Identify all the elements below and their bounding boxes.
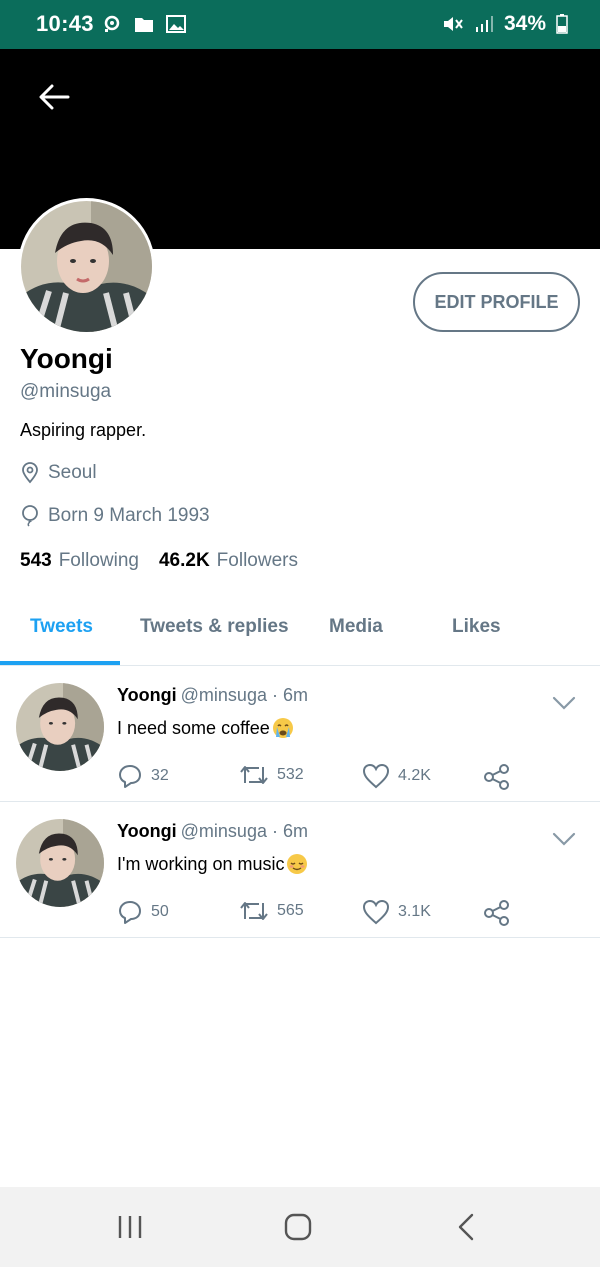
profile-bio: Aspiring rapper. bbox=[20, 420, 147, 440]
chevron-down-icon bbox=[552, 832, 576, 846]
tweet-actions: 50 565 3.1K bbox=[117, 899, 537, 929]
recents-button[interactable] bbox=[100, 1207, 160, 1247]
retweet-count: 532 bbox=[277, 766, 304, 783]
system-back-button[interactable] bbox=[436, 1207, 496, 1247]
tweet-body: I need some coffee bbox=[117, 717, 270, 738]
image-icon bbox=[166, 15, 186, 33]
follow-stats: 543 Following 46.2K Followers bbox=[20, 550, 298, 572]
tweet-author-name: Yoongi bbox=[117, 685, 177, 705]
battery-percent: 34% bbox=[503, 12, 546, 35]
tab-media[interactable]: Media bbox=[329, 616, 383, 638]
avatar-image bbox=[16, 819, 104, 907]
chevron-down-icon bbox=[552, 696, 576, 710]
back-icon bbox=[458, 1213, 474, 1241]
avatar-image bbox=[16, 683, 104, 771]
home-icon bbox=[284, 1213, 312, 1241]
reply-count: 50 bbox=[151, 903, 169, 920]
like-count: 4.2K bbox=[398, 767, 431, 784]
tweet-header: Yoongi @minsuga · 6m bbox=[117, 685, 308, 706]
like-button[interactable]: 4.2K bbox=[362, 763, 431, 789]
share-icon bbox=[484, 764, 509, 790]
tweet-menu-button[interactable] bbox=[548, 827, 580, 851]
status-icons-left bbox=[102, 14, 186, 34]
retweet-icon bbox=[240, 766, 268, 784]
profile-avatar[interactable] bbox=[18, 198, 155, 335]
profile-name: Yoongi bbox=[20, 343, 113, 374]
recents-icon bbox=[118, 1216, 142, 1238]
following-count: 543 bbox=[20, 550, 52, 571]
birthday-text: Born 9 March 1993 bbox=[48, 505, 210, 526]
active-tab-indicator bbox=[0, 661, 120, 665]
reply-icon bbox=[119, 901, 141, 924]
tweet-body: I'm working on music bbox=[117, 853, 285, 874]
edit-profile-button[interactable]: EDIT PROFILE bbox=[413, 272, 580, 332]
share-icon bbox=[484, 900, 509, 926]
status-icons-right: 34% bbox=[442, 12, 568, 36]
folder-icon bbox=[135, 18, 153, 32]
retweet-count: 565 bbox=[277, 902, 304, 919]
tweet-header: Yoongi @minsuga · 6m bbox=[117, 821, 308, 842]
following-link[interactable]: 543 Following bbox=[20, 550, 139, 572]
profile-handle: @minsuga bbox=[20, 381, 112, 402]
status-bar: 10:43 34% bbox=[0, 0, 600, 49]
reply-button[interactable]: 32 bbox=[117, 763, 169, 789]
balloon-icon bbox=[22, 505, 38, 527]
home-button[interactable] bbox=[268, 1207, 328, 1247]
tweet-handle-time: @minsuga · 6m bbox=[180, 821, 308, 841]
like-button[interactable]: 3.1K bbox=[362, 899, 431, 925]
battery-icon bbox=[556, 14, 568, 34]
tweet-avatar[interactable] bbox=[16, 819, 104, 907]
tab-tweets[interactable]: Tweets bbox=[30, 616, 93, 638]
tab-likes[interactable]: Likes bbox=[452, 616, 501, 638]
retweet-icon bbox=[240, 902, 268, 920]
like-count: 3.1K bbox=[398, 903, 431, 920]
retweet-button[interactable]: 565 bbox=[239, 899, 304, 923]
share-button[interactable] bbox=[483, 899, 511, 927]
reply-button[interactable]: 50 bbox=[117, 899, 169, 925]
reply-count: 32 bbox=[151, 767, 169, 784]
mute-icon bbox=[443, 17, 463, 31]
heart-icon bbox=[362, 899, 390, 925]
tweet[interactable]: Yoongi @minsuga · 6m I need some coffee 3… bbox=[0, 667, 600, 802]
profile-birthday: Born 9 March 1993 bbox=[20, 505, 210, 527]
tweet[interactable]: Yoongi @minsuga · 6m I'm working on music… bbox=[0, 803, 600, 938]
tweet-menu-button[interactable] bbox=[548, 691, 580, 715]
arrow-left-icon bbox=[39, 84, 70, 110]
tab-tweets-replies[interactable]: Tweets & replies bbox=[140, 616, 289, 638]
reply-icon bbox=[119, 765, 141, 788]
crying-face-emoji-icon bbox=[272, 718, 293, 738]
profile-tabs: Tweets Tweets & replies Media Likes bbox=[0, 600, 600, 666]
status-time: 10:43 bbox=[36, 11, 94, 36]
followers-label: Followers bbox=[216, 550, 298, 571]
share-button[interactable] bbox=[483, 763, 511, 791]
tweet-handle-time: @minsuga · 6m bbox=[180, 685, 308, 705]
signal-icon bbox=[475, 16, 493, 32]
tweet-text: I need some coffee bbox=[117, 717, 294, 739]
heart-icon bbox=[362, 763, 390, 789]
avatar-image bbox=[21, 201, 152, 332]
back-button[interactable] bbox=[30, 77, 78, 117]
followers-link[interactable]: 46.2K Followers bbox=[159, 550, 298, 572]
tweet-avatar[interactable] bbox=[16, 683, 104, 771]
system-nav-bar bbox=[0, 1187, 600, 1267]
following-label: Following bbox=[58, 550, 139, 571]
notification-icon bbox=[104, 15, 120, 32]
profile-location: Seoul bbox=[20, 462, 97, 484]
location-text: Seoul bbox=[48, 462, 97, 483]
location-pin-icon bbox=[22, 462, 38, 484]
relieved-face-emoji-icon bbox=[287, 854, 308, 874]
retweet-button[interactable]: 532 bbox=[239, 763, 304, 787]
tweet-text: I'm working on music bbox=[117, 853, 308, 875]
tweet-actions: 32 532 4.2K bbox=[117, 763, 537, 793]
tweet-author-name: Yoongi bbox=[117, 821, 177, 841]
followers-count: 46.2K bbox=[158, 550, 210, 571]
